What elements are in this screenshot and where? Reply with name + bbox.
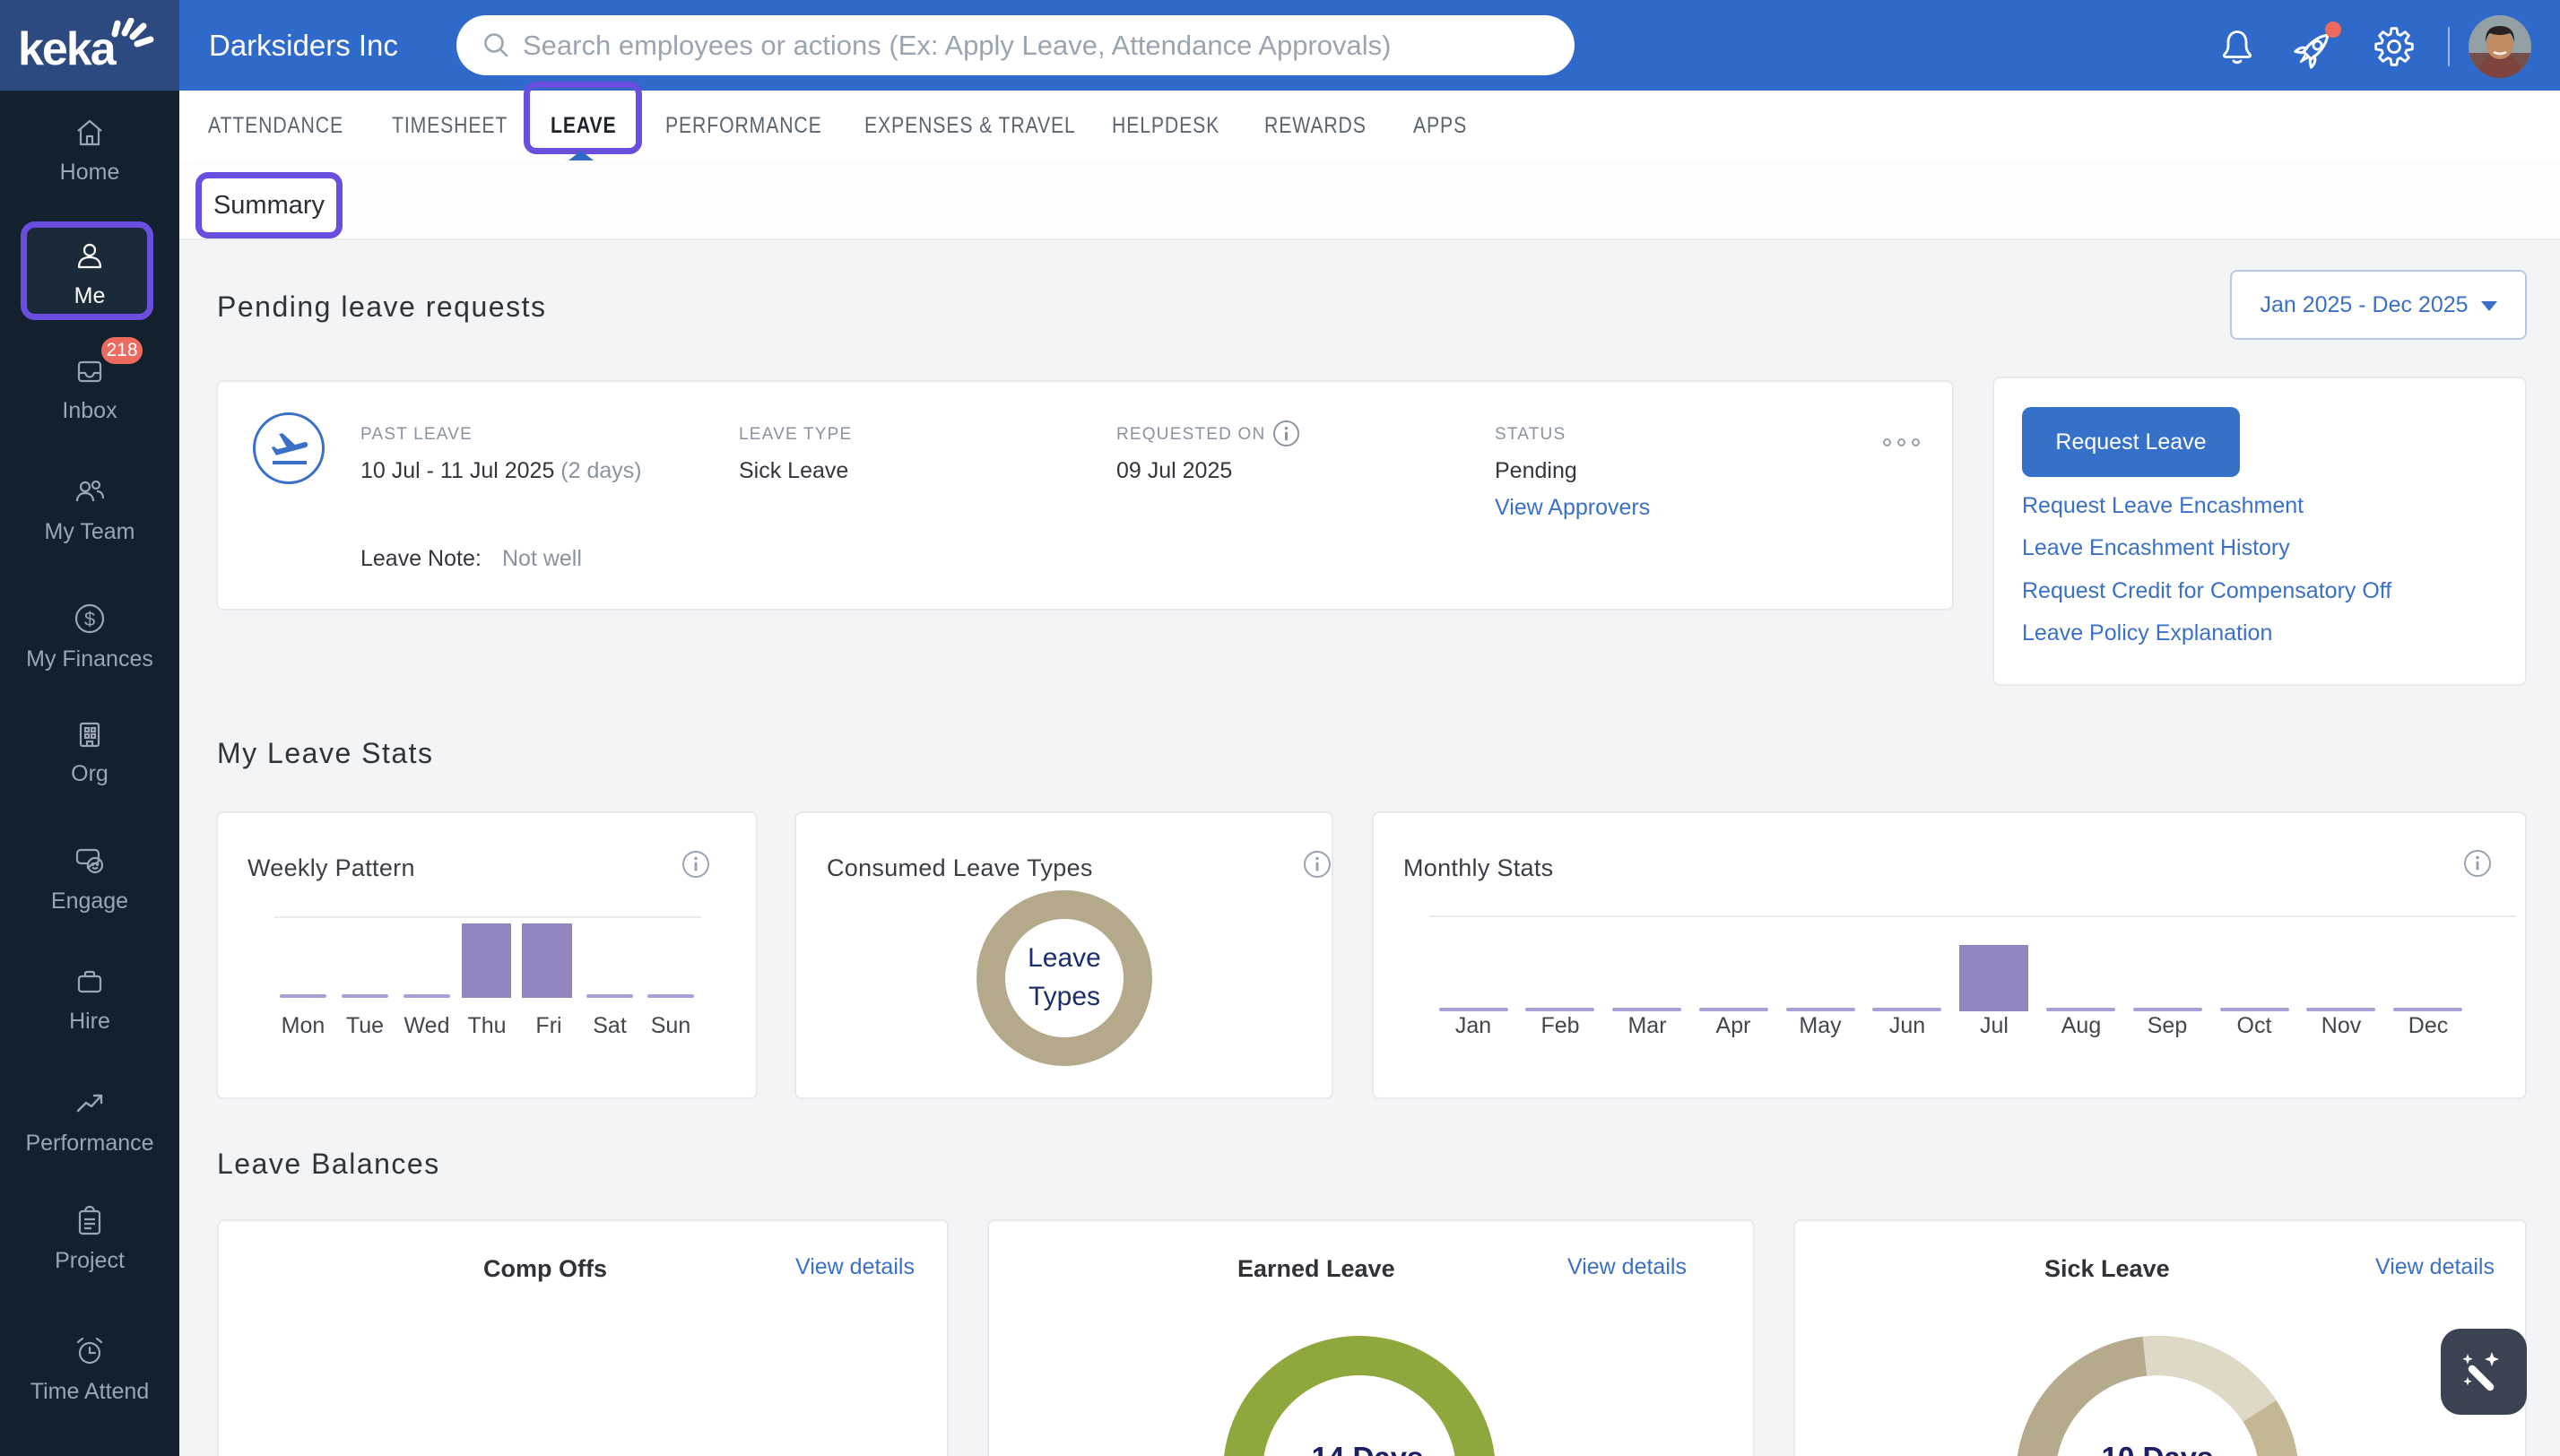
svg-text:$: $: [84, 608, 95, 630]
svg-text:keka: keka: [18, 23, 117, 75]
